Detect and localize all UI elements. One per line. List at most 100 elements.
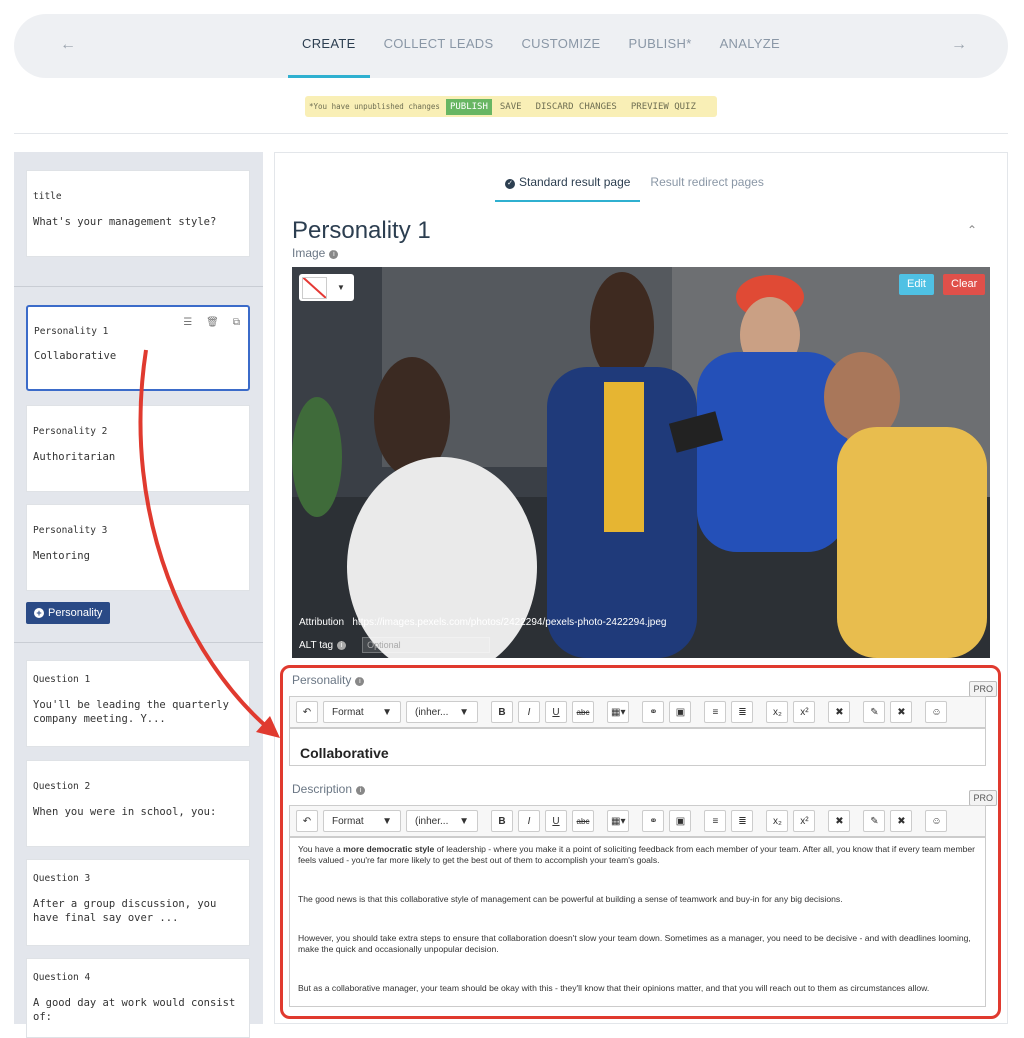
personality-card-3[interactable]: Personality 3 Mentoring: [26, 504, 250, 591]
card-label: Question 3: [33, 873, 91, 884]
tab-collect-leads[interactable]: COLLECT LEADS: [370, 14, 508, 78]
card-value: A good day at work would consist of:: [33, 997, 236, 1023]
link-icon[interactable]: ⚭: [642, 810, 665, 832]
bold-button[interactable]: B: [491, 810, 513, 832]
add-personality-button[interactable]: + Personality: [26, 602, 111, 624]
description-editor[interactable]: You have a more democratic style of lead…: [289, 837, 986, 1007]
strikethrough-button[interactable]: abc: [572, 810, 594, 832]
text-color-icon[interactable]: ▦▾: [607, 810, 630, 832]
paint-icon[interactable]: ✖: [890, 701, 913, 723]
font-dropdown[interactable]: (inher... ▼: [406, 701, 478, 723]
card-value: Mentoring: [33, 550, 90, 562]
emoji-icon[interactable]: ☺: [925, 810, 948, 832]
clear-format-icon[interactable]: ✖: [828, 810, 851, 832]
arrow-left-icon[interactable]: ←: [60, 36, 76, 54]
brush-icon[interactable]: ✎: [863, 810, 886, 832]
card-value: What's your management style?: [33, 216, 217, 228]
bullet-list-icon[interactable]: ≡: [704, 810, 727, 832]
image-icon[interactable]: ▣: [669, 701, 692, 723]
card-value: You'll be leading the quarterly company …: [33, 699, 229, 725]
card-label: Question 4: [33, 972, 91, 983]
clear-format-icon[interactable]: ✖: [828, 701, 851, 723]
paint-icon[interactable]: ✖: [890, 810, 913, 832]
text: You have a: [298, 844, 344, 854]
tab-result-redirect-pages[interactable]: Result redirect pages: [640, 175, 773, 202]
unpublished-note: *You have unpublished changes: [309, 102, 440, 111]
pro-badge: PRO: [969, 681, 997, 697]
personality-label: Personality i: [292, 673, 365, 687]
italic-button[interactable]: I: [518, 810, 540, 832]
undo-icon[interactable]: ↶: [296, 701, 318, 723]
personality-editor[interactable]: Collaborative: [289, 728, 986, 766]
title-card[interactable]: title What's your management style?: [26, 170, 250, 257]
question-card-4[interactable]: Question 4 A good day at work would cons…: [26, 958, 250, 1038]
arrow-right-icon[interactable]: →: [951, 36, 967, 54]
italic-button[interactable]: I: [518, 701, 540, 723]
divider: [14, 642, 263, 643]
personality-label-text: Personality: [292, 673, 352, 687]
question-card-2[interactable]: Question 2 When you were in school, you:: [26, 760, 250, 847]
clear-image-button[interactable]: Clear: [943, 274, 986, 295]
chevron-up-icon[interactable]: ⌃: [967, 223, 977, 237]
person-3-body: [697, 352, 847, 552]
alt-tag-input[interactable]: Optional: [362, 637, 491, 653]
card-label: Personality 3: [33, 525, 108, 536]
numbered-list-icon[interactable]: ≣: [731, 810, 754, 832]
font-dropdown[interactable]: (inher... ▼: [406, 810, 478, 832]
bullet-list-icon[interactable]: ≡: [704, 701, 727, 723]
underline-button[interactable]: U: [545, 810, 567, 832]
subscript-icon[interactable]: x₂: [766, 810, 789, 832]
result-image: ▼ Edit Clear Attribution https://images.…: [292, 267, 990, 658]
personality-card-2[interactable]: Personality 2 Authoritarian: [26, 405, 250, 492]
description-paragraph: However, you should take extra steps to …: [298, 933, 971, 954]
format-dropdown[interactable]: Format ▼: [323, 810, 401, 832]
subscript-icon[interactable]: x₂: [766, 701, 789, 723]
preview-quiz-button[interactable]: PREVIEW QUIZ: [631, 102, 696, 112]
emoji-icon[interactable]: ☺: [925, 701, 948, 723]
trash-icon[interactable]: 🗑: [206, 317, 219, 328]
caret-down-icon: ▼: [459, 815, 469, 827]
tab-analyze[interactable]: ANALYZE: [706, 14, 794, 78]
font-label: (inher...: [415, 706, 449, 718]
format-label: Format: [332, 815, 364, 827]
card-tools: ☰ 🗑 ⧉: [183, 317, 240, 328]
copy-icon[interactable]: ⧉: [233, 317, 240, 328]
main-panel: ✓ Standard result page Result redirect pa…: [274, 152, 1008, 1024]
edit-image-button[interactable]: Edit: [899, 274, 934, 295]
publish-button[interactable]: PUBLISH: [445, 98, 492, 115]
tab-standard-result-page[interactable]: ✓ Standard result page: [495, 175, 641, 202]
personality-card-1[interactable]: ☰ 🗑 ⧉ Personality 1 Collaborative: [26, 305, 250, 391]
caret-down-icon: ▼: [382, 706, 392, 718]
bold-button[interactable]: B: [491, 701, 513, 723]
attribution: Attribution https://images.pexels.com/ph…: [299, 617, 666, 628]
card-label: title: [33, 191, 62, 202]
superscript-icon[interactable]: x²: [793, 701, 816, 723]
add-personality-label: Personality: [48, 607, 103, 619]
save-button[interactable]: SAVE: [500, 102, 522, 112]
discard-changes-button[interactable]: DISCARD CHANGES: [536, 102, 617, 112]
brush-icon[interactable]: ✎: [863, 701, 886, 723]
question-card-3[interactable]: Question 3 After a group discussion, you…: [26, 859, 250, 946]
underline-button[interactable]: U: [545, 701, 567, 723]
tab-create[interactable]: CREATE: [288, 14, 370, 78]
superscript-icon[interactable]: x²: [793, 810, 816, 832]
link-icon[interactable]: ⚭: [642, 701, 665, 723]
undo-icon[interactable]: ↶: [296, 810, 318, 832]
list-icon[interactable]: ☰: [183, 317, 192, 328]
editor-toolbar: ↶ Format ▼ (inher... ▼ B I U abc ▦▾ ⚭ ▣ ≡ …: [289, 696, 986, 728]
format-label: Format: [332, 706, 364, 718]
image-picker-dropdown[interactable]: ▼: [299, 274, 354, 301]
strikethrough-button[interactable]: abc: [572, 701, 594, 723]
alt-tag-row: ALT tag i Optional: [299, 637, 491, 653]
tab-customize[interactable]: CUSTOMIZE: [507, 14, 614, 78]
tab-publish[interactable]: PUBLISH*: [614, 14, 705, 78]
format-dropdown[interactable]: Format ▼: [323, 701, 401, 723]
divider: [14, 286, 263, 287]
description-label: Description i: [292, 782, 366, 796]
question-card-1[interactable]: Question 1 You'll be leading the quarter…: [26, 660, 250, 747]
image-icon[interactable]: ▣: [669, 810, 692, 832]
text-color-icon[interactable]: ▦▾: [607, 701, 630, 723]
info-icon: i: [355, 677, 365, 686]
numbered-list-icon[interactable]: ≣: [731, 701, 754, 723]
info-icon: i: [337, 640, 347, 650]
